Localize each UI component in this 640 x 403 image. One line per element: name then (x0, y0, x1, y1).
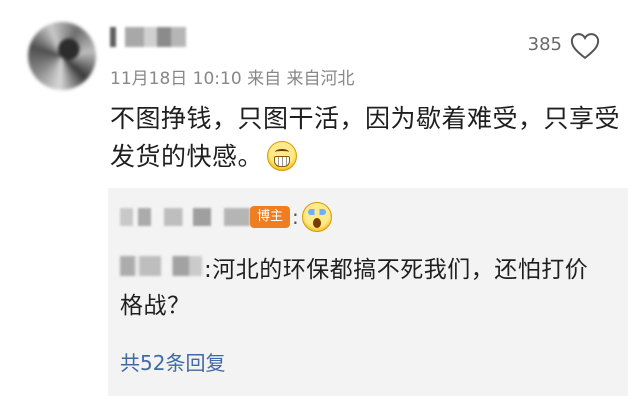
reply-username-redacted[interactable] (120, 208, 250, 226)
grin-emoji-icon (267, 141, 298, 171)
comment-source: 来自 来自河北 (247, 69, 355, 89)
blogger-badge: 博主 (250, 206, 290, 228)
avatar[interactable] (28, 22, 96, 90)
shocked-emoji-icon (302, 202, 332, 232)
reply-panel[interactable]: 博主 : :河北的环保都搞不死我们，还怕打价格战？ 共52条回复 (108, 188, 628, 396)
comment-text: 不图挣钱，只图干活，因为歇着难受，只享受发货的快感。 (110, 104, 621, 171)
view-replies-link[interactable]: 共52条回复 (120, 347, 225, 376)
username-redacted[interactable] (110, 27, 186, 47)
heart-icon[interactable] (570, 32, 600, 60)
reply-text: :河北的环保都搞不死我们，还怕打价格战？ (120, 257, 589, 319)
comment-body: 不图挣钱，只图干活，因为歇着难受，只享受发货的快感。 (110, 100, 625, 176)
reply-colon: : (292, 205, 299, 229)
comment-meta: 11月18日 10:10 来自 来自河北 (110, 64, 354, 89)
comment-date: 11月18日 10:10 (110, 69, 242, 89)
like-count: 385 (527, 34, 562, 55)
